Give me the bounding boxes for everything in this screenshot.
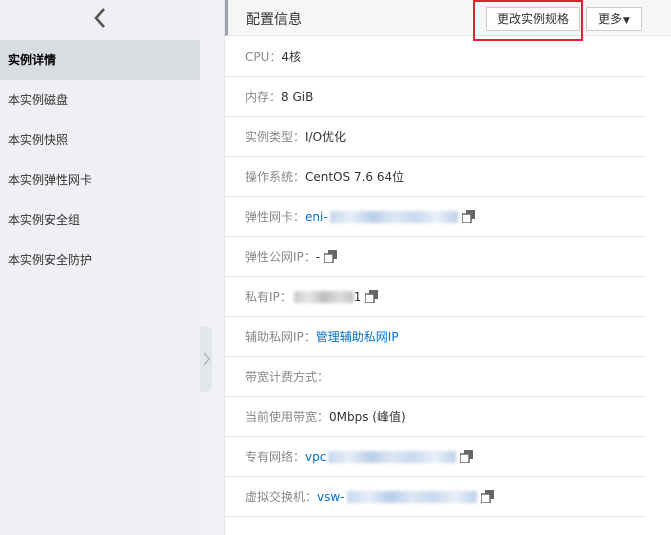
eip-value: - — [315, 249, 321, 264]
billing-key: 带宽计费方式： — [245, 370, 330, 384]
more-button[interactable]: 更多▼ — [586, 7, 642, 31]
secondary-ip-key: 辅助私网IP： — [245, 330, 316, 344]
back-button[interactable] — [0, 0, 200, 36]
instance-type-key: 实例类型： — [245, 130, 306, 144]
sidebar-collapse-handle[interactable] — [200, 326, 212, 392]
row-cpu: CPU： 4核 — [225, 37, 645, 77]
os-key: 操作系统： — [245, 170, 306, 184]
vpc-key: 专有网络： — [245, 450, 306, 464]
cpu-value: 4核 — [281, 50, 302, 64]
row-os: 操作系统： CentOS 7.6 64位 — [225, 157, 645, 197]
row-eni: 弹性网卡： eni- — [225, 197, 645, 237]
manage-secondary-ip-link[interactable]: 管理辅助私网IP — [316, 328, 399, 345]
copy-icon[interactable] — [365, 290, 379, 303]
config-list: CPU： 4核 内存： 8 GiB 实例类型： I/O优化 操作系统： Cent… — [225, 37, 645, 517]
cpu-key: CPU： — [245, 50, 282, 64]
os-value: CentOS 7.6 64位 — [305, 170, 405, 184]
bandwidth-key: 当前使用带宽： — [245, 410, 330, 424]
row-eip: 弹性公网IP： - — [225, 237, 645, 277]
redacted-vpc — [328, 450, 457, 463]
change-spec-button[interactable]: 更改实例规格 — [486, 7, 580, 31]
private-ip-value: 1 — [353, 289, 362, 304]
copy-icon[interactable] — [480, 490, 494, 503]
sidebar-item-security-protection[interactable]: 本实例安全防护 — [0, 240, 200, 280]
eni-key: 弹性网卡： — [245, 210, 306, 224]
sidebar-item-instance-details[interactable]: 实例详情 — [0, 40, 200, 80]
vswitch-key: 虚拟交换机： — [245, 490, 318, 504]
chevron-right-icon — [203, 352, 210, 366]
chevron-left-icon — [94, 8, 105, 28]
row-secondary-ip: 辅助私网IP： 管理辅助私网IP — [225, 317, 645, 357]
eni-link[interactable]: eni- — [305, 210, 328, 224]
sidebar-item-disks[interactable]: 本实例磁盘 — [0, 80, 200, 120]
eip-key: 弹性公网IP： — [245, 250, 316, 264]
redacted-vswitch — [346, 490, 477, 503]
sidebar-item-enis[interactable]: 本实例弹性网卡 — [0, 160, 200, 200]
sidebar-nav: 实例详情 本实例磁盘 本实例快照 本实例弹性网卡 本实例安全组 本实例安全防护 — [0, 40, 200, 280]
row-memory: 内存： 8 GiB — [225, 77, 645, 117]
panel-header: 配置信息 更改实例规格 更多▼ — [225, 0, 671, 36]
instance-type-value: I/O优化 — [305, 130, 347, 144]
sidebar-item-security-groups[interactable]: 本实例安全组 — [0, 200, 200, 240]
more-label: 更多 — [598, 12, 623, 26]
panel-title: 配置信息 — [246, 12, 302, 28]
sidebar: 实例详情 本实例磁盘 本实例快照 本实例弹性网卡 本实例安全组 本实例安全防护 — [0, 0, 200, 535]
sidebar-item-snapshots[interactable]: 本实例快照 — [0, 120, 200, 160]
row-instance-type: 实例类型： I/O优化 — [225, 117, 645, 157]
memory-key: 内存： — [245, 90, 282, 104]
copy-icon[interactable] — [461, 210, 475, 223]
config-panel: 配置信息 更改实例规格 更多▼ CPU： 4核 内存： 8 GiB 实例类型： … — [224, 0, 671, 535]
copy-icon[interactable] — [460, 450, 474, 463]
private-ip-key: 私有IP： — [245, 290, 292, 304]
row-vpc: 专有网络： vpc — [225, 437, 645, 477]
vpc-link[interactable]: vpc — [305, 450, 326, 464]
row-vswitch: 虚拟交换机： vsw- — [225, 477, 645, 517]
row-private-ip: 私有IP： 1 — [225, 277, 645, 317]
row-billing: 带宽计费方式： — [225, 357, 645, 397]
caret-down-icon: ▼ — [623, 16, 630, 26]
vswitch-link[interactable]: vsw- — [317, 490, 345, 504]
copy-icon[interactable] — [324, 250, 338, 263]
memory-value: 8 GiB — [281, 89, 314, 104]
bandwidth-value: 0Mbps (峰值) — [329, 410, 406, 424]
redacted-eni — [329, 210, 458, 223]
redacted-private-ip — [293, 290, 354, 303]
row-bandwidth: 当前使用带宽： 0Mbps (峰值) — [225, 397, 645, 437]
